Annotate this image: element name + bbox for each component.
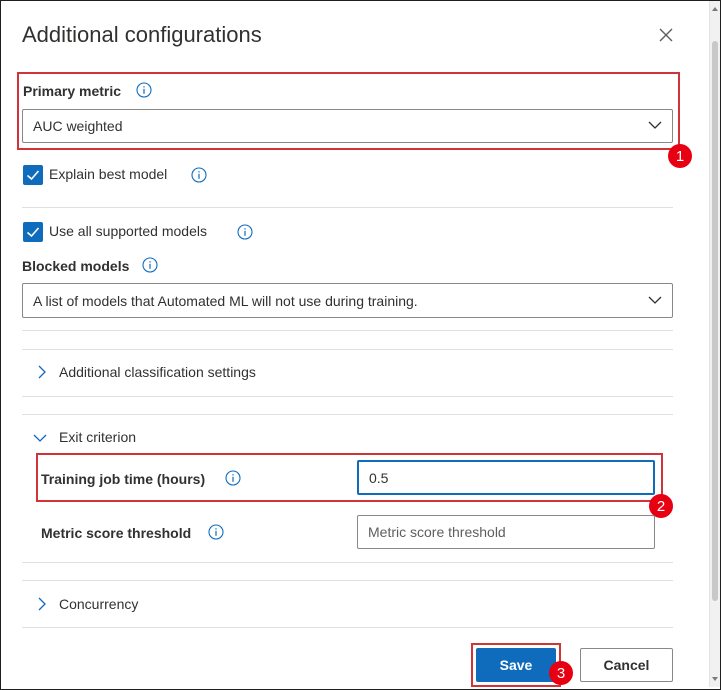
scroll-down-arrow-icon[interactable] bbox=[712, 677, 718, 681]
metric-score-threshold-label: Metric score threshold bbox=[41, 525, 192, 541]
scroll-up-arrow-icon[interactable] bbox=[712, 7, 718, 11]
annotation-badge-1: 1 bbox=[668, 144, 692, 168]
explain-best-model-label: Explain best model bbox=[49, 166, 168, 182]
info-icon[interactable] bbox=[136, 82, 152, 98]
use-all-models-checkbox[interactable] bbox=[23, 222, 43, 242]
annotation-badge-3: 3 bbox=[549, 661, 573, 685]
metric-score-threshold-input[interactable] bbox=[357, 515, 655, 549]
scrollbar[interactable] bbox=[709, 1, 720, 687]
info-icon[interactable] bbox=[225, 470, 241, 486]
training-job-time-input[interactable] bbox=[357, 460, 655, 495]
divider bbox=[22, 414, 673, 415]
exit-criterion-section[interactable]: Exit criterion bbox=[22, 417, 673, 457]
info-icon[interactable] bbox=[142, 257, 158, 273]
save-button[interactable]: Save bbox=[476, 648, 556, 682]
primary-metric-label: Primary metric bbox=[23, 83, 122, 99]
info-icon[interactable] bbox=[208, 524, 224, 540]
divider bbox=[22, 580, 673, 581]
info-icon[interactable] bbox=[237, 224, 253, 240]
primary-metric-dropdown[interactable]: AUC weighted bbox=[22, 109, 673, 143]
chevron-down-icon bbox=[648, 296, 662, 304]
chevron-right-icon bbox=[38, 597, 46, 611]
checkmark-icon bbox=[26, 227, 40, 238]
classification-settings-section[interactable]: Additional classification settings bbox=[22, 352, 673, 392]
use-all-models-label: Use all supported models bbox=[49, 223, 207, 239]
close-icon bbox=[659, 28, 673, 42]
blocked-models-dropdown[interactable]: A list of models that Automated ML will … bbox=[22, 283, 673, 318]
chevron-down-icon bbox=[648, 121, 662, 129]
exit-criterion-label: Exit criterion bbox=[59, 429, 137, 445]
divider bbox=[22, 349, 673, 350]
divider bbox=[22, 207, 673, 208]
explain-best-model-checkbox[interactable] bbox=[23, 165, 43, 185]
concurrency-section[interactable]: Concurrency bbox=[22, 584, 673, 624]
dialog-title: Additional configurations bbox=[22, 22, 262, 47]
scrollbar-thumb[interactable] bbox=[712, 41, 718, 601]
checkmark-icon bbox=[26, 170, 40, 181]
cancel-button[interactable]: Cancel bbox=[580, 648, 673, 682]
blocked-models-label: Blocked models bbox=[22, 258, 130, 274]
close-button[interactable] bbox=[655, 24, 677, 46]
divider bbox=[22, 396, 673, 397]
chevron-right-icon bbox=[38, 365, 46, 379]
blocked-models-placeholder: A list of models that Automated ML will … bbox=[33, 292, 418, 309]
chevron-down-icon bbox=[33, 434, 47, 442]
divider bbox=[22, 562, 673, 563]
primary-metric-value: AUC weighted bbox=[33, 118, 123, 134]
divider bbox=[22, 627, 673, 628]
divider bbox=[22, 330, 673, 331]
training-job-time-label: Training job time (hours) bbox=[41, 471, 206, 487]
concurrency-label: Concurrency bbox=[59, 596, 139, 612]
classification-settings-label: Additional classification settings bbox=[59, 364, 256, 380]
info-icon[interactable] bbox=[191, 167, 207, 183]
